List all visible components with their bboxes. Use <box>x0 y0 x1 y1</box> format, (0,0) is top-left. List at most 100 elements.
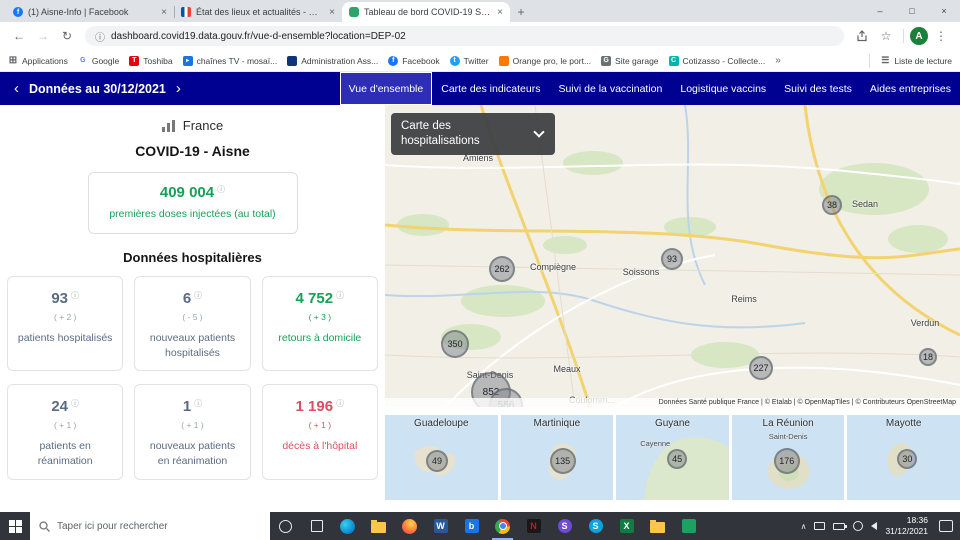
tab-etat-des-lieux[interactable]: État des lieux et actualités - Mini <box>174 2 342 22</box>
bookmark-star-icon[interactable] <box>875 25 897 47</box>
bookmark-toshiba[interactable]: Toshiba <box>129 55 173 66</box>
reading-list-button[interactable]: Liste de lecture <box>880 56 952 66</box>
bookmark-orange[interactable]: Orange pro, le port... <box>498 55 592 66</box>
tab-title: Tableau de bord COVID-19 Suivi <box>364 7 493 17</box>
network-icon[interactable] <box>853 521 864 531</box>
territory-mayotte[interactable]: Mayotte 30 <box>847 415 960 500</box>
info-icon[interactable] <box>194 399 202 408</box>
info-icon[interactable] <box>336 291 344 300</box>
info-icon[interactable] <box>194 291 202 300</box>
nav-suivi-tests[interactable]: Suivi des tests <box>775 72 861 105</box>
territory-marker[interactable]: 176 <box>773 448 800 474</box>
bookmark-administration[interactable]: Administration Ass... <box>287 55 378 66</box>
browser-menu-icon[interactable] <box>930 25 952 47</box>
region-selector[interactable]: France <box>0 118 385 133</box>
previous-day-icon[interactable] <box>14 81 19 96</box>
display-icon[interactable] <box>814 522 826 530</box>
maximize-button[interactable] <box>896 0 928 22</box>
nav-suivi-vaccination[interactable]: Suivi de la vaccination <box>549 72 671 105</box>
close-button[interactable] <box>928 0 960 22</box>
browser-tab-bar: (1) Aisne-Info | Facebook État des lieux… <box>0 0 960 22</box>
address-bar[interactable]: dashboard.covid19.data.gouv.fr/vue-d-ens… <box>85 26 844 46</box>
bing-icon[interactable] <box>456 512 487 540</box>
purple-s-app-icon[interactable] <box>549 512 580 540</box>
folder-icon[interactable] <box>363 512 394 540</box>
info-icon[interactable] <box>217 185 225 194</box>
territory-guadeloupe[interactable]: Guadeloupe 49 <box>385 415 498 500</box>
territory-la-reunion[interactable]: La Réunion Saint-Denis 176 <box>731 415 845 500</box>
hospitalisations-map[interactable]: Amiens Sedan Compiègne Soissons Reims Ve… <box>385 105 960 407</box>
share-icon[interactable] <box>851 25 873 47</box>
toshiba-icon <box>129 55 140 66</box>
forward-icon[interactable] <box>32 25 54 47</box>
chrome-icon[interactable] <box>487 512 518 540</box>
bookmark-google[interactable]: Google <box>78 56 119 66</box>
territories-row: Guadeloupe 49 Martinique 135 Guyane Caye… <box>385 415 960 500</box>
sheets-icon[interactable] <box>673 512 704 540</box>
bookmark-cotizasso[interactable]: Cotizasso - Collecte... <box>668 55 765 66</box>
map-marker[interactable]: 38 <box>822 195 842 215</box>
bookmark-facebook[interactable]: Facebook <box>388 55 440 66</box>
taskbar-search[interactable]: Taper ici pour rechercher <box>30 512 270 540</box>
tray-expand-icon[interactable] <box>801 522 807 531</box>
firefox-icon[interactable] <box>394 512 425 540</box>
cortana-icon[interactable] <box>270 512 301 540</box>
card-retours-domicile: 4 752 ( + 3 ) retours à domicile <box>261 276 378 372</box>
tab-covid-dashboard[interactable]: Tableau de bord COVID-19 Suivi <box>342 2 510 22</box>
apps-grid-icon <box>8 56 18 66</box>
territory-martinique[interactable]: Martinique 135 <box>500 415 614 500</box>
map-marker[interactable]: 93 <box>661 248 683 270</box>
map-marker[interactable]: 227 <box>749 356 773 380</box>
territory-guyane[interactable]: Guyane Cayenne 45 <box>616 415 729 500</box>
administration-icon <box>287 55 298 66</box>
screen: (1) Aisne-Info | Facebook État des lieux… <box>0 0 960 540</box>
divider <box>869 53 871 68</box>
nav-vue-densemble[interactable]: Vue d'ensemble <box>339 72 433 105</box>
notification-center-icon[interactable] <box>939 520 953 532</box>
file-explorer-icon[interactable] <box>642 512 673 540</box>
minimize-button[interactable] <box>864 0 896 22</box>
info-icon[interactable] <box>336 399 344 408</box>
skype-icon[interactable] <box>580 512 611 540</box>
start-button[interactable] <box>0 512 30 540</box>
nav-logistique-vaccins[interactable]: Logistique vaccins <box>671 72 775 105</box>
battery-icon[interactable] <box>833 522 848 530</box>
info-icon[interactable] <box>71 291 79 300</box>
bookmark-chaines-tv[interactable]: chaînes TV - mosaï... <box>182 55 277 66</box>
bookmark-applications[interactable]: Applications <box>8 56 68 66</box>
tab-close-icon[interactable] <box>161 7 167 18</box>
word-icon[interactable] <box>425 512 456 540</box>
bookmark-label: Orange pro, le port... <box>512 55 592 66</box>
edge-icon[interactable] <box>332 512 363 540</box>
taskbar-clock[interactable]: 18:36 31/12/2021 <box>885 515 928 537</box>
tab-facebook[interactable]: (1) Aisne-Info | Facebook <box>6 2 174 22</box>
bookmark-twitter[interactable]: Twitter <box>449 55 489 66</box>
profile-avatar[interactable]: A <box>910 27 928 45</box>
bookmark-site-garage[interactable]: Site garage <box>601 55 659 66</box>
reload-icon[interactable] <box>56 25 78 47</box>
map-marker[interactable]: 262 <box>489 256 515 282</box>
tab-close-icon[interactable] <box>497 7 503 18</box>
next-day-icon[interactable] <box>176 81 181 96</box>
map-layer-dropdown[interactable]: Carte des hospitalisations <box>391 113 555 155</box>
territory-marker[interactable]: 49 <box>426 450 448 472</box>
site-info-icon[interactable] <box>95 29 105 44</box>
nav-carte-indicateurs[interactable]: Carte des indicateurs <box>432 72 549 105</box>
task-view-icon[interactable] <box>301 512 332 540</box>
map-city-label: Verdun <box>910 318 940 328</box>
tab-close-icon[interactable] <box>329 7 335 18</box>
new-tab-button[interactable] <box>510 2 532 22</box>
card-label: retours à domicile <box>278 332 362 344</box>
info-icon[interactable] <box>71 399 79 408</box>
volume-icon[interactable] <box>871 522 878 530</box>
territory-marker[interactable]: 135 <box>549 448 576 474</box>
nav-aides-entreprises[interactable]: Aides entreprises <box>861 72 960 105</box>
dashboard-header: Données au 30/12/2021 Vue d'ensemble Car… <box>0 72 960 105</box>
bookmarks-overflow-icon[interactable] <box>775 55 781 66</box>
netflix-icon[interactable] <box>518 512 549 540</box>
card-delta: ( + 3 ) <box>308 312 332 322</box>
excel-icon[interactable] <box>611 512 642 540</box>
map-marker[interactable]: 350 <box>441 330 469 358</box>
back-icon[interactable] <box>8 25 30 47</box>
map-marker[interactable]: 18 <box>919 348 937 366</box>
